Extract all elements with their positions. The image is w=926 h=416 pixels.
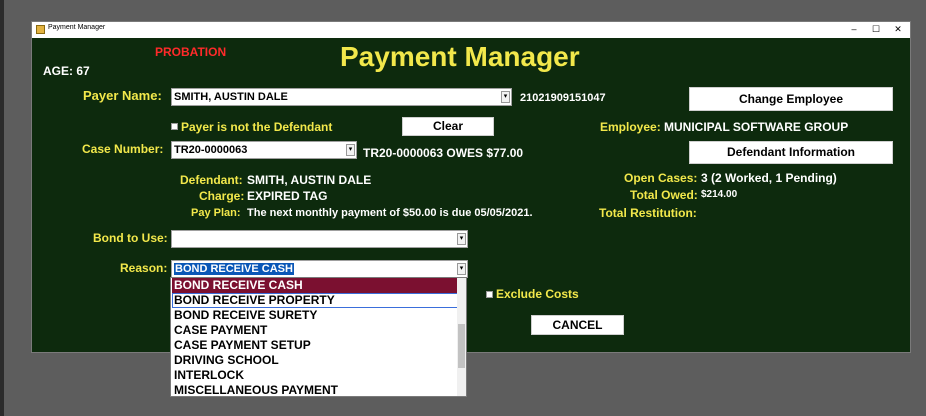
total-restitution-label: Total Restitution: bbox=[599, 206, 697, 220]
scrollbar-thumb[interactable] bbox=[458, 324, 465, 368]
chevron-down-icon[interactable]: ▾ bbox=[457, 263, 466, 275]
maximize-button[interactable]: ☐ bbox=[864, 22, 888, 38]
reason-option[interactable]: CASE PAYMENT SETUP bbox=[172, 338, 458, 353]
payer-not-defendant-label: Payer is not the Defendant bbox=[181, 120, 333, 134]
defendant-label: Defendant: bbox=[180, 173, 243, 187]
reason-label: Reason: bbox=[120, 261, 168, 275]
bond-to-use-combo[interactable]: ▾ bbox=[171, 230, 468, 248]
reason-option[interactable]: CASE PAYMENT bbox=[172, 323, 458, 338]
app-icon bbox=[36, 25, 45, 34]
desktop-edge bbox=[0, 0, 4, 416]
defendant-information-button[interactable]: Defendant Information bbox=[689, 141, 893, 164]
status-badge: PROBATION bbox=[155, 45, 227, 59]
reason-value: BOND RECEIVE CASH bbox=[174, 263, 294, 275]
payer-not-defendant-checkbox[interactable] bbox=[171, 123, 178, 130]
reason-option[interactable]: MISCELLANEOUS PAYMENT bbox=[172, 383, 458, 398]
employee-label: Employee: bbox=[600, 120, 661, 134]
total-owed-label: Total Owed: bbox=[630, 188, 698, 202]
payer-id: 21021909151047 bbox=[520, 92, 606, 104]
pay-plan-label: Pay Plan: bbox=[191, 207, 241, 219]
dropdown-scrollbar[interactable] bbox=[457, 278, 466, 396]
reason-option[interactable]: BOND RECEIVE PROPERTY bbox=[172, 293, 458, 308]
payer-name-value: SMITH, AUSTIN DALE bbox=[174, 91, 288, 103]
exclude-costs-checkbox[interactable] bbox=[486, 291, 493, 298]
chevron-down-icon[interactable]: ▾ bbox=[457, 233, 466, 245]
reason-option[interactable]: BOND RECEIVE SURETY bbox=[172, 308, 458, 323]
charge-value: EXPIRED TAG bbox=[247, 189, 328, 203]
pay-plan-value: The next monthly payment of $50.00 is du… bbox=[247, 207, 533, 219]
change-employee-button[interactable]: Change Employee bbox=[689, 87, 893, 111]
case-number-label: Case Number: bbox=[82, 142, 164, 156]
chevron-down-icon[interactable]: ▾ bbox=[501, 91, 510, 103]
exclude-costs-label: Exclude Costs bbox=[496, 287, 579, 301]
reason-combo[interactable]: BOND RECEIVE CASH ▾ bbox=[171, 260, 468, 278]
window-title: Payment Manager bbox=[48, 24, 106, 31]
payer-name-combo[interactable]: SMITH, AUSTIN DALE ▾ bbox=[171, 88, 512, 106]
reason-option[interactable]: BOND RECEIVE CASH bbox=[172, 278, 458, 293]
minimize-button[interactable]: – bbox=[842, 22, 866, 38]
employee-value: MUNICIPAL SOFTWARE GROUP bbox=[664, 120, 849, 134]
case-owes-text: TR20-0000063 OWES $77.00 bbox=[363, 146, 524, 160]
cancel-button[interactable]: CANCEL bbox=[531, 315, 624, 335]
reason-dropdown-list[interactable]: BOND RECEIVE CASH BOND RECEIVE PROPERTY … bbox=[170, 277, 467, 397]
reason-option[interactable]: INTERLOCK bbox=[172, 368, 458, 383]
charge-label: Charge: bbox=[199, 189, 245, 203]
page-title: Payment Manager bbox=[340, 41, 580, 72]
open-cases-value: 3 (2 Worked, 1 Pending) bbox=[701, 171, 837, 185]
clear-button[interactable]: Clear bbox=[402, 117, 494, 136]
age-label: AGE: 67 bbox=[43, 64, 90, 78]
payment-manager-window: Payment Manager – ☐ ✕ PROBATION AGE: 67 … bbox=[31, 21, 911, 353]
total-owed-value: $214.00 bbox=[701, 189, 738, 200]
chevron-down-icon[interactable]: ▾ bbox=[346, 144, 355, 156]
open-cases-label: Open Cases: bbox=[624, 171, 698, 185]
close-button[interactable]: ✕ bbox=[886, 22, 910, 38]
bond-to-use-label: Bond to Use: bbox=[93, 231, 168, 245]
case-number-value: TR20-0000063 bbox=[174, 144, 248, 156]
reason-option[interactable]: DRIVING SCHOOL bbox=[172, 353, 458, 368]
defendant-value: SMITH, AUSTIN DALE bbox=[247, 173, 372, 187]
title-bar: Payment Manager – ☐ ✕ bbox=[32, 22, 910, 38]
payer-name-label: Payer Name: bbox=[83, 88, 162, 103]
case-number-combo[interactable]: TR20-0000063 ▾ bbox=[171, 141, 357, 159]
form-area: PROBATION AGE: 67 Payment Manager Payer … bbox=[32, 38, 910, 352]
